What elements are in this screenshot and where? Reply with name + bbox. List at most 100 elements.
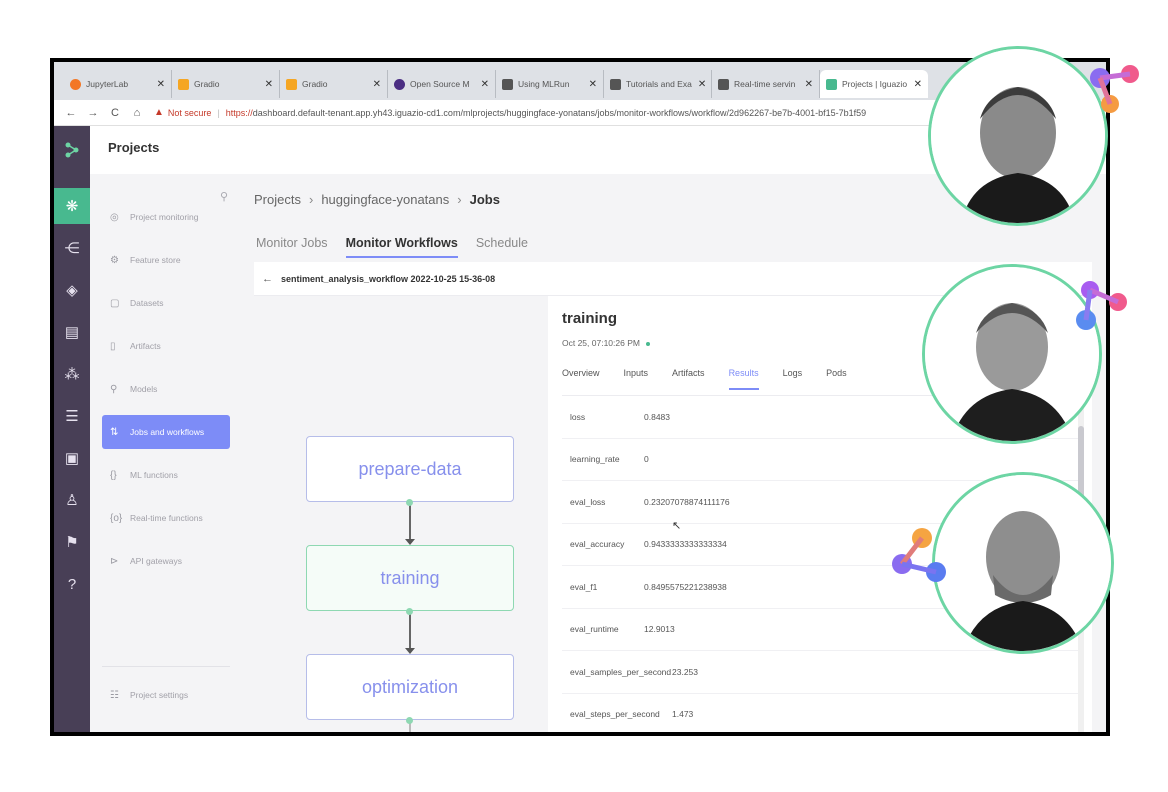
- graph-edge: [405, 499, 415, 545]
- tab-overview[interactable]: Overview: [562, 368, 600, 388]
- tab-logs[interactable]: Logs: [783, 368, 803, 388]
- browser-tab[interactable]: Using MLRun ✕: [496, 70, 604, 98]
- project-menu: ⚲ ◎ Project monitoring ⚙ Feature store ▢ Da…: [90, 174, 240, 732]
- close-icon[interactable]: ✕: [151, 79, 165, 90]
- menu-item-datasets[interactable]: ▢ Datasets: [102, 286, 230, 320]
- menu-item-ml-functions[interactable]: {} ML functions: [102, 458, 230, 492]
- projects-icon[interactable]: ❋: [54, 188, 90, 224]
- chevron-right-icon: ›: [457, 192, 462, 207]
- pipelines-icon[interactable]: ⋲: [54, 230, 90, 266]
- feature-store-icon: ⚙: [110, 254, 119, 266]
- jobs-icon: ⇅: [110, 426, 119, 438]
- api-gateway-icon: ⊳: [110, 555, 119, 567]
- clipboard-icon[interactable]: ▣: [54, 440, 90, 476]
- tab-monitor-workflows[interactable]: Monitor Workflows: [345, 236, 458, 258]
- tab-artifacts[interactable]: Artifacts: [672, 368, 705, 388]
- reload-icon[interactable]: C: [104, 107, 126, 119]
- close-icon[interactable]: ✕: [799, 79, 813, 90]
- document-icon[interactable]: ▤: [54, 314, 90, 350]
- workflow-graph: prepare-data training optimization: [254, 296, 548, 732]
- menu-item-jobs-and-workflows[interactable]: ⇅ Jobs and workflows: [102, 415, 230, 449]
- menu-item-project-monitoring[interactable]: ◎ Project monitoring: [102, 200, 230, 234]
- mlrun-icon: [394, 78, 405, 90]
- breadcrumb-projects[interactable]: Projects: [254, 192, 301, 207]
- breadcrumb-project[interactable]: huggingface-yonatans: [321, 192, 449, 207]
- warning-icon: ▲: [154, 107, 164, 118]
- browser-tab-active[interactable]: Projects | Iguazio ✕: [820, 70, 928, 98]
- page-title: Projects: [108, 140, 160, 155]
- graph-node-training[interactable]: training: [306, 545, 514, 611]
- settings-icon: ☷: [110, 689, 119, 701]
- cluster-icon[interactable]: ⁂: [54, 356, 90, 392]
- chevron-right-icon: ›: [308, 192, 314, 207]
- browser-tab[interactable]: Gradio ✕: [172, 70, 280, 98]
- speaker-avatar: [928, 46, 1108, 226]
- mouse-cursor-icon: ↖: [672, 520, 682, 532]
- functions-icon: {}: [110, 469, 117, 481]
- close-icon[interactable]: ✕: [692, 79, 706, 90]
- step-date: Oct 25, 07:10:26 PM: [562, 338, 650, 348]
- close-icon[interactable]: ✕: [908, 79, 922, 90]
- table-row: eval_samples_per_second 23.253: [562, 651, 1078, 694]
- graph-node-optimization[interactable]: optimization: [306, 654, 514, 720]
- mlrun-logo-icon: [1072, 276, 1132, 341]
- artifacts-icon: ▯: [110, 340, 116, 352]
- tab-inputs[interactable]: Inputs: [624, 368, 649, 388]
- graph-edge: [405, 608, 415, 654]
- forward-icon[interactable]: →: [82, 107, 104, 119]
- models-icon: ⚲: [110, 383, 118, 395]
- back-icon[interactable]: ←: [60, 107, 82, 119]
- tab-pods[interactable]: Pods: [826, 368, 847, 388]
- logo-icon[interactable]: [54, 132, 90, 168]
- list-icon[interactable]: ☰: [54, 398, 90, 434]
- jobs-subtabs: Monitor Jobs Monitor Workflows Schedule: [256, 236, 546, 258]
- tab-schedule[interactable]: Schedule: [476, 236, 528, 256]
- browser-tab[interactable]: Tutorials and Exa ✕: [604, 70, 712, 98]
- menu-item-project-settings[interactable]: ☷ Project settings: [102, 678, 230, 712]
- main-content: Projects › huggingface-yonatans › Jobs Monit…: [240, 174, 1106, 733]
- graph-node-prepare-data[interactable]: prepare-data: [306, 436, 514, 502]
- close-icon[interactable]: ✕: [367, 79, 381, 90]
- menu-item-feature-store[interactable]: ⚙ Feature store: [102, 243, 230, 277]
- graph-edge: [406, 717, 413, 732]
- menu-item-artifacts[interactable]: ▯ Artifacts: [102, 329, 230, 363]
- docs-icon: [718, 78, 729, 90]
- help-icon[interactable]: ?: [54, 566, 90, 602]
- menu-item-api-gateways[interactable]: ⊳ API gateways: [102, 544, 230, 578]
- realtime-icon: {o}: [110, 512, 123, 524]
- app-window: ❋ ⋲ ◈ ▤ ⁂ ☰ ▣ ♙ ⚑ ? Projects ⚲ ◎ Project …: [54, 126, 1106, 733]
- browser-tab[interactable]: JupyterLab ✕: [64, 70, 172, 98]
- docs-icon: [502, 78, 513, 90]
- browser-tab[interactable]: Real-time servin ✕: [712, 70, 820, 98]
- breadcrumb: Projects › huggingface-yonatans › Jobs: [254, 192, 500, 207]
- table-row: eval_steps_per_second 1.473: [562, 694, 1078, 733]
- mlrun-logo-icon: [888, 524, 952, 593]
- security-label: Not secure: [167, 107, 212, 118]
- workflow-title: sentiment_analysis_workflow 2022-10-25 1…: [281, 273, 496, 284]
- home-icon[interactable]: ⌂: [126, 107, 148, 119]
- close-icon[interactable]: ✕: [259, 79, 273, 90]
- status-dot: [645, 341, 650, 346]
- browser-tab[interactable]: Gradio ✕: [280, 70, 388, 98]
- icon-rail: ❋ ⋲ ◈ ▤ ⁂ ☰ ▣ ♙ ⚑ ?: [54, 126, 90, 732]
- speaker-avatar: [932, 472, 1114, 654]
- menu-item-models[interactable]: ⚲ Models: [102, 372, 230, 406]
- tab-monitor-jobs[interactable]: Monitor Jobs: [256, 236, 328, 256]
- gradio-icon: [178, 78, 189, 90]
- breadcrumb-current: Jobs: [469, 192, 500, 207]
- menu-item-real-time-functions[interactable]: {o} Real-time functions: [102, 501, 230, 535]
- cube-icon[interactable]: ◈: [54, 272, 90, 308]
- close-icon[interactable]: ✕: [475, 79, 489, 90]
- gradio-icon: [286, 78, 297, 90]
- flag-icon[interactable]: ⚑: [54, 524, 90, 560]
- iguazio-icon: [826, 78, 837, 90]
- tab-results[interactable]: Results: [728, 368, 759, 390]
- mlrun-logo-icon: [1086, 60, 1146, 121]
- close-icon[interactable]: ✕: [583, 79, 597, 90]
- back-arrow-icon[interactable]: ←: [262, 273, 273, 285]
- browser-tab[interactable]: Open Source M ✕: [388, 70, 496, 98]
- users-icon[interactable]: ♙: [54, 482, 90, 518]
- jupyter-icon: [70, 78, 81, 90]
- datasets-icon: ▢: [110, 297, 120, 309]
- step-title: training: [562, 310, 617, 327]
